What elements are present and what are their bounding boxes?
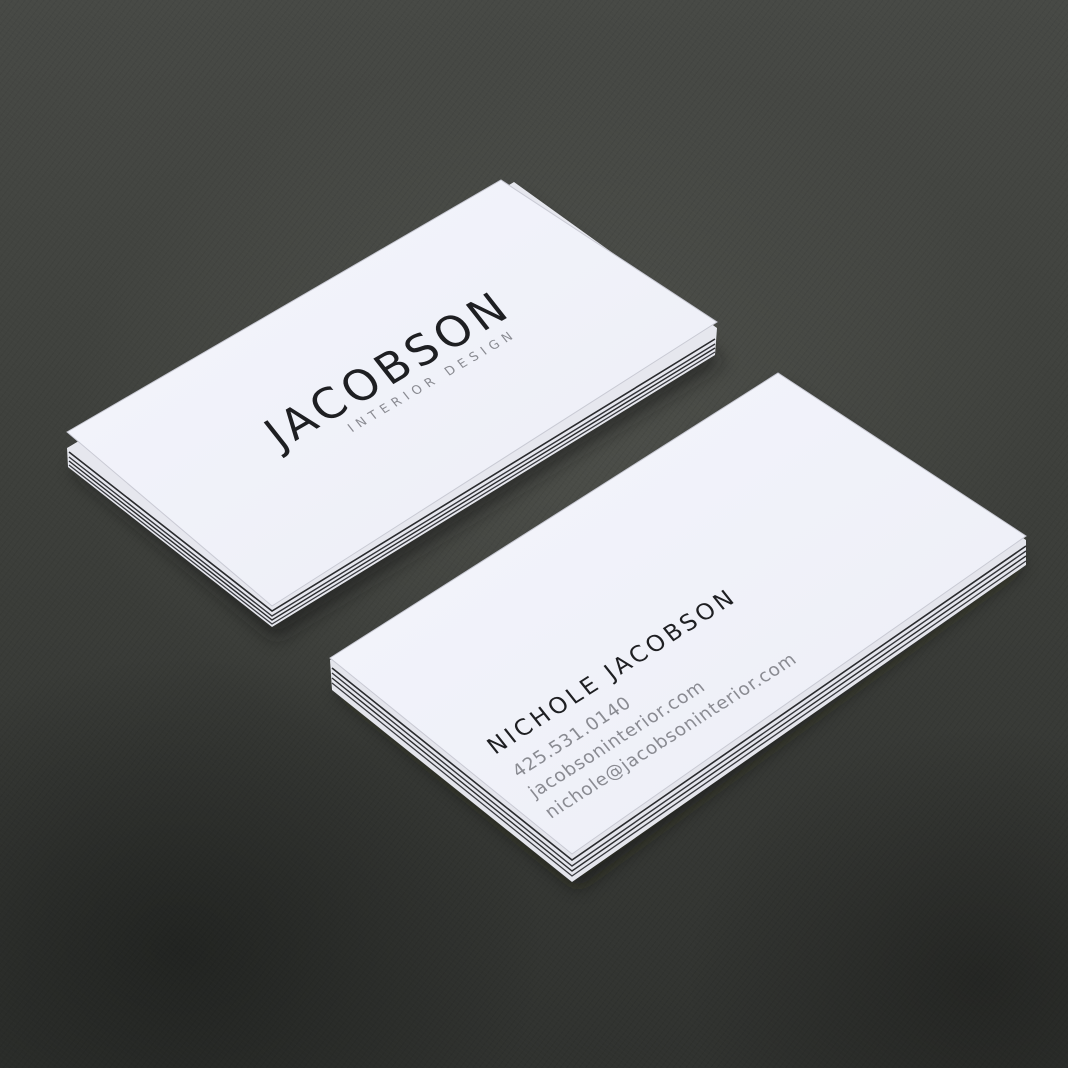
business-cards-photo: JACOBSON INTERIOR DESIGN NICHOLE JACOBSO… <box>66 179 1027 888</box>
